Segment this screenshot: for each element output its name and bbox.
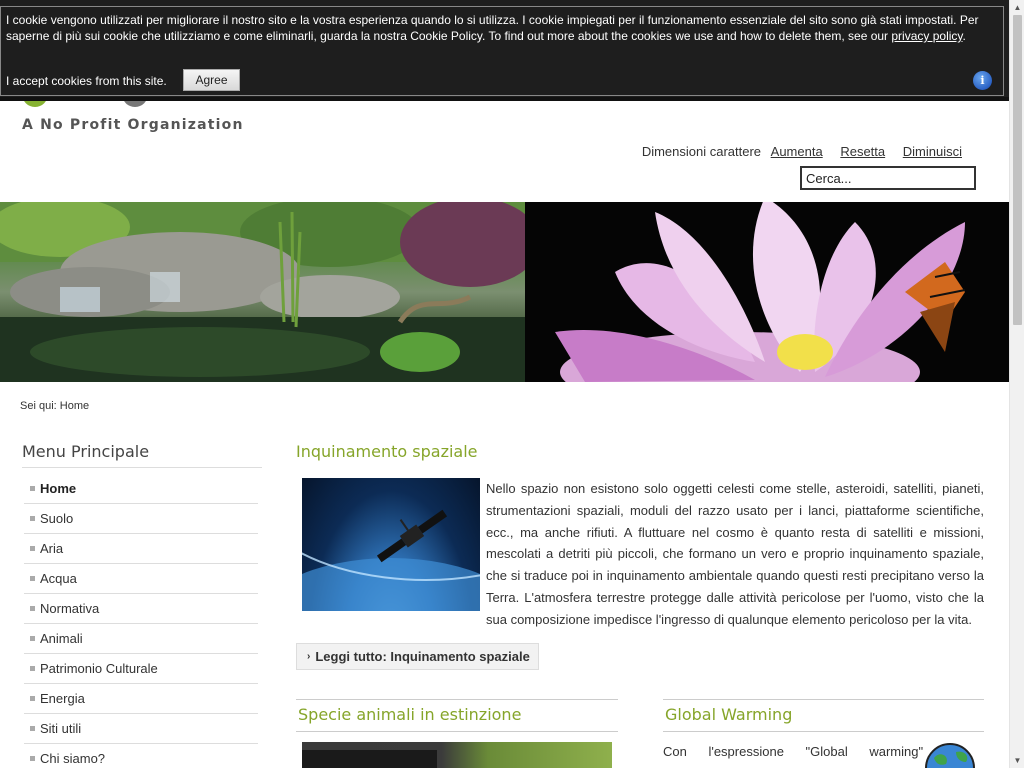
sidebar-item-label: Patrimonio Culturale [40, 661, 158, 676]
privacy-policy-link[interactable]: privacy policy [891, 29, 962, 43]
col1-title[interactable]: Specie animali in estinzione [298, 705, 521, 724]
sidebar-item-label: Chi siamo? [40, 751, 106, 766]
cookie-banner: I cookie vengono utilizzati per migliora… [0, 0, 1009, 101]
column-divider [296, 699, 618, 700]
bullet-icon [30, 576, 35, 581]
sidebar-item-label: Energia [40, 691, 85, 706]
page: A No Profit Organization Dimensioni cara… [0, 0, 1009, 768]
sidebar-item-energia[interactable]: Energia [24, 684, 258, 714]
column-divider [663, 699, 984, 700]
scroll-up-icon[interactable]: ▲ [1010, 0, 1024, 15]
article-title[interactable]: Inquinamento spaziale [296, 442, 478, 461]
font-size-label: Dimensioni carattere [641, 144, 762, 159]
article-text: Nello spazio non esistono solo oggetti c… [486, 481, 984, 627]
lotus-illustration [555, 202, 966, 382]
info-icon[interactable]: i [973, 71, 992, 90]
lotus-butterfly-image [525, 202, 1009, 382]
main-menu: Home Suolo Aria Acqua Normativa Animali … [24, 474, 258, 768]
sidebar-item-label: Aria [40, 541, 64, 556]
font-increase-link[interactable]: Aumenta [771, 144, 823, 159]
read-more-label: Leggi tutto: Inquinamento spaziale [315, 649, 530, 664]
breadcrumb-current: Home [59, 400, 90, 412]
scrollbar-thumb[interactable] [1013, 15, 1022, 325]
globe-icon [925, 743, 975, 768]
image-caption-bar [302, 750, 437, 768]
bullet-icon [30, 696, 35, 701]
sidebar-item-aria[interactable]: Aria [24, 534, 258, 564]
bullet-icon [30, 486, 35, 491]
garden-pond-image [0, 202, 525, 382]
bullet-icon [30, 516, 35, 521]
sidebar-item-label: Normativa [40, 601, 100, 616]
bullet-icon [30, 726, 35, 731]
cookie-accept-text: I accept cookies from this site. [6, 74, 167, 88]
sidebar-item-label: Acqua [40, 571, 77, 586]
read-more-button[interactable]: › Leggi tutto: Inquinamento spaziale [296, 643, 539, 670]
cookie-message: I cookie vengono utilizzati per migliora… [6, 12, 986, 44]
satellite-illustration [302, 509, 480, 611]
breadcrumb-label: Sei qui: [20, 400, 57, 412]
bullet-icon [30, 546, 35, 551]
bullet-icon [30, 666, 35, 671]
cookie-message-text: I cookie vengono utilizzati per migliora… [6, 13, 979, 43]
sidebar-item-label: Siti utili [40, 721, 82, 736]
satellite-image [302, 478, 480, 611]
chevron-right-icon: › [307, 651, 311, 662]
sidebar-item-chi-siamo[interactable]: Chi siamo? [24, 744, 258, 768]
scroll-down-icon[interactable]: ▼ [1010, 753, 1024, 768]
header-banner [0, 202, 1009, 382]
page-scrollbar[interactable]: ▲ ▼ [1009, 0, 1024, 768]
sidebar-item-animali[interactable]: Animali [24, 624, 258, 654]
breadcrumb: Sei qui: Home [20, 400, 89, 412]
global-warming-text: Con l'espressione "Global warming" [663, 744, 924, 759]
font-decrease-link[interactable]: Diminuisci [903, 144, 962, 159]
sidebar-item-acqua[interactable]: Acqua [24, 564, 258, 594]
sidebar-item-label: Suolo [40, 511, 74, 526]
sidebar-item-label: Animali [40, 631, 83, 646]
sidebar-item-suolo[interactable]: Suolo [24, 504, 258, 534]
col2-title[interactable]: Global Warming [665, 705, 792, 724]
sidebar-item-label: Home [40, 481, 77, 496]
font-size-controls: Dimensioni carattere Aumenta Resetta Dim… [642, 144, 962, 159]
panda-image [302, 742, 612, 768]
sidebar-item-normativa[interactable]: Normativa [24, 594, 258, 624]
bullet-icon [30, 636, 35, 641]
sidebar-title: Menu Principale [22, 442, 262, 468]
bullet-icon [30, 756, 35, 761]
font-reset-link[interactable]: Resetta [840, 144, 885, 159]
agree-button[interactable]: Agree [183, 69, 240, 91]
cookie-message-end: . [962, 29, 966, 43]
garden-pond-illustration [0, 202, 525, 382]
bullet-icon [30, 606, 35, 611]
column-divider [663, 731, 984, 732]
search-input[interactable] [800, 166, 976, 190]
sidebar-item-siti-utili[interactable]: Siti utili [24, 714, 258, 744]
site-tagline: A No Profit Organization [22, 117, 244, 133]
sidebar-item-patrimonio-culturale[interactable]: Patrimonio Culturale [24, 654, 258, 684]
sidebar-item-home[interactable]: Home [24, 474, 258, 504]
column-divider [296, 731, 618, 732]
